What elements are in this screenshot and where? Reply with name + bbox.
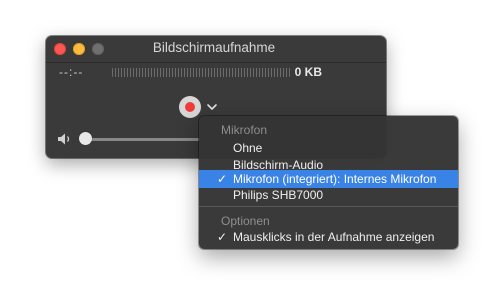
- chevron-down-icon[interactable]: [206, 102, 218, 112]
- menu-separator: [199, 206, 458, 207]
- speaker-icon: [58, 133, 70, 145]
- menu-item-show-mouse-clicks[interactable]: ✓ Mausklicks in der Aufnahme anzeigen: [199, 228, 458, 246]
- options-menu: Mikrofon Ohne Bildschirm-Audio ✓ Mikrofo…: [199, 116, 458, 249]
- menu-item-label: Ohne: [233, 141, 263, 155]
- volume-slider-track[interactable]: [82, 138, 202, 141]
- menu-section-microphone: Mikrofon: [221, 123, 268, 137]
- close-button[interactable]: [54, 43, 66, 55]
- menu-item-philips-shb7000[interactable]: Philips SHB7000: [199, 186, 458, 204]
- minimize-button[interactable]: [73, 43, 85, 55]
- menu-item-ohne[interactable]: Ohne: [199, 139, 458, 157]
- menu-item-label: Philips SHB7000: [233, 188, 324, 202]
- record-icon: [185, 102, 195, 112]
- window-title: Bildschirmaufnahme: [152, 40, 276, 55]
- file-size: 0 KB: [294, 65, 322, 79]
- audio-level-meter: [112, 68, 290, 77]
- volume-slider-knob[interactable]: [79, 132, 92, 145]
- menu-item-label: Mausklicks in der Aufnahme anzeigen: [233, 230, 435, 244]
- record-button[interactable]: [179, 96, 201, 118]
- menu-section-options: Optionen: [221, 214, 270, 228]
- zoom-button[interactable]: [92, 43, 104, 55]
- title-bar: Bildschirmaufnahme: [46, 36, 386, 63]
- elapsed-time: --:--: [59, 65, 84, 79]
- checkmark-icon: ✓: [217, 230, 228, 244]
